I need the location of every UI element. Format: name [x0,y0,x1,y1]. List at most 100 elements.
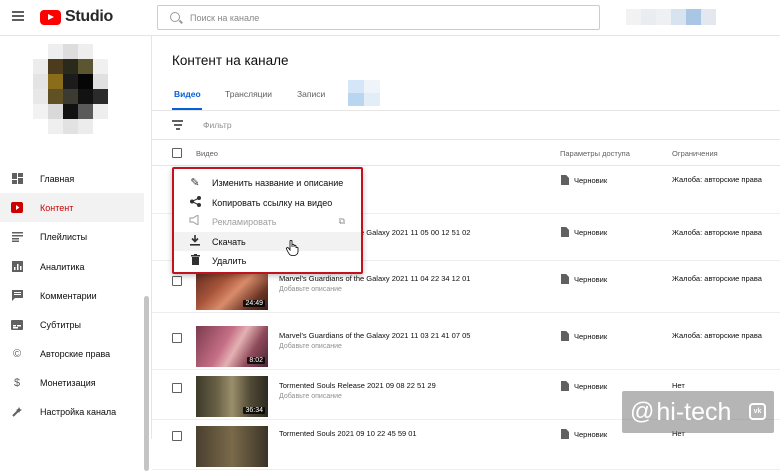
video-duration: 8:02 [247,357,265,364]
sidebar-item-analytics[interactable]: Аналитика [0,252,144,281]
subtitles-icon [11,319,23,331]
sidebar-item-label: Главная [40,173,75,184]
customization-icon [11,406,23,418]
sidebar-item-label: Субтитры [40,319,82,330]
visibility-cell[interactable]: Черновик [561,175,607,185]
menu-item-promote: Рекламировать ⧉ [174,212,361,231]
analytics-icon [11,261,23,273]
restrictions-cell[interactable]: Жалоба: авторские права [672,274,762,283]
search-box[interactable] [157,5,600,30]
video-description[interactable]: Добавьте описание [279,286,342,293]
video-title[interactable]: Marvel's Guardians of the Galaxy 2021 11… [279,331,470,340]
tab-posts[interactable]: Записи [297,89,325,99]
sidebar-item-monetization[interactable]: $ Монетизация [0,368,144,397]
visibility-cell[interactable]: Черновик [561,274,607,284]
page-title: Контент на канале [172,53,289,68]
content-icon [11,202,23,214]
tab-videos[interactable]: Видео [174,89,201,99]
visibility-text: Черновик [574,331,608,341]
draft-icon [561,381,569,391]
row-checkbox[interactable] [172,276,182,286]
video-thumbnail[interactable]: 36:34 [196,376,268,417]
video-thumbnail[interactable]: 8:02 [196,326,268,367]
filter-label: Фильтр [203,120,232,130]
playlist-icon [11,231,23,243]
search-icon [170,12,180,22]
sidebar-item-label: Комментарии [40,290,97,301]
sidebar: Главная Контент Плейлисты Аналитика Комм… [0,36,152,471]
sidebar-item-label: Авторские права [40,348,111,359]
visibility-cell[interactable]: Черновик [561,227,607,237]
menu-item-edit-title[interactable]: ✎ Изменить название и описание [174,173,361,192]
hitech-watermark: @ hi-tech vk [622,391,774,433]
menu-icon[interactable] [12,11,24,21]
youtube-studio-logo[interactable]: Studio [40,8,113,26]
restrictions-cell[interactable]: Жалоба: авторские права [672,175,762,184]
video-thumbnail[interactable] [196,426,268,467]
sidebar-item-playlists[interactable]: Плейлисты [0,222,144,251]
visibility-cell[interactable]: Черновик [561,429,607,439]
menu-item-label: Копировать ссылку на видео [212,197,333,208]
video-title[interactable]: Tormented Souls Release 2021 09 08 22 51… [279,381,436,390]
sidebar-item-label: Контент [40,202,74,213]
visibility-text: Черновик [574,175,608,185]
video-description[interactable]: Добавьте описание [279,393,342,400]
sidebar-item-customization[interactable]: Настройка канала [0,397,144,426]
tab-live[interactable]: Трансляции [225,89,272,99]
menu-item-download[interactable]: Скачать [174,232,361,251]
visibility-cell[interactable]: Черновик [561,331,607,341]
visibility-text: Черновик [574,227,608,237]
video-title[interactable]: Marvel's Guardians of the Galaxy 2021 11… [279,274,470,283]
video-title[interactable]: Tormented Souls 2021 09 10 22 45 59 01 [279,429,417,438]
sidebar-item-subtitles[interactable]: Субтитры [0,310,144,339]
row-checkbox[interactable] [172,431,182,441]
menu-item-delete[interactable]: Удалить [174,251,361,270]
draft-icon [561,274,569,284]
draft-icon [561,331,569,341]
sidebar-item-label: Плейлисты [40,231,88,242]
blurred-account-area [626,9,716,25]
draft-icon [561,175,569,185]
video-description[interactable]: Добавьте описание [279,343,342,350]
select-all-checkbox[interactable] [172,148,182,158]
filter-icon[interactable] [172,120,183,132]
dollar-icon: $ [13,376,21,389]
logo-text: Studio [65,8,113,25]
sidebar-item-comments[interactable]: Комментарии [0,281,144,310]
table-row[interactable]: 8:02 Marvel's Guardians of the Galaxy 20… [152,323,780,370]
menu-item-copy-link[interactable]: Копировать ссылку на видео [174,193,361,212]
restrictions-cell[interactable]: Жалоба: авторские права [672,331,762,340]
megaphone-icon [188,213,202,228]
sidebar-item-label: Монетизация [40,377,96,388]
video-duration: 36:34 [243,407,265,414]
header-restrictions: Ограничения [672,149,718,158]
menu-item-label: Скачать [212,236,246,247]
vk-icon: vk [749,403,766,420]
trash-icon [188,253,202,268]
youtube-logo-icon [40,9,61,25]
search-input[interactable] [190,10,570,25]
sidebar-scrollbar[interactable] [144,296,149,471]
visibility-text: Черновик [574,274,608,284]
header-visibility: Параметры доступа [560,149,630,158]
filter-bar[interactable]: Фильтр [152,111,780,140]
top-bar: Studio [0,0,780,36]
row-checkbox[interactable] [172,383,182,393]
header-video: Видео [196,149,218,158]
blurred-tab [348,80,380,106]
sidebar-item-content[interactable]: Контент [0,193,144,222]
restrictions-cell[interactable]: Жалоба: авторские права [672,228,762,237]
pencil-icon: ✎ [190,177,200,189]
external-link-icon: ⧉ [338,216,345,226]
channel-avatar-pixelated [33,44,108,134]
hand-cursor-icon [286,240,299,256]
sidebar-item-copyright[interactable]: © Авторские права [0,339,144,368]
row-checkbox[interactable] [172,333,182,343]
menu-item-label: Изменить название и описание [212,177,344,188]
visibility-cell[interactable]: Черновик [561,381,607,391]
restrictions-cell[interactable]: Нет [672,381,685,390]
comments-icon [11,290,23,302]
watermark-brand: hi-tech [656,397,732,426]
video-thumbnail[interactable]: 24:49 [196,269,268,310]
sidebar-item-dashboard[interactable]: Главная [0,164,144,193]
